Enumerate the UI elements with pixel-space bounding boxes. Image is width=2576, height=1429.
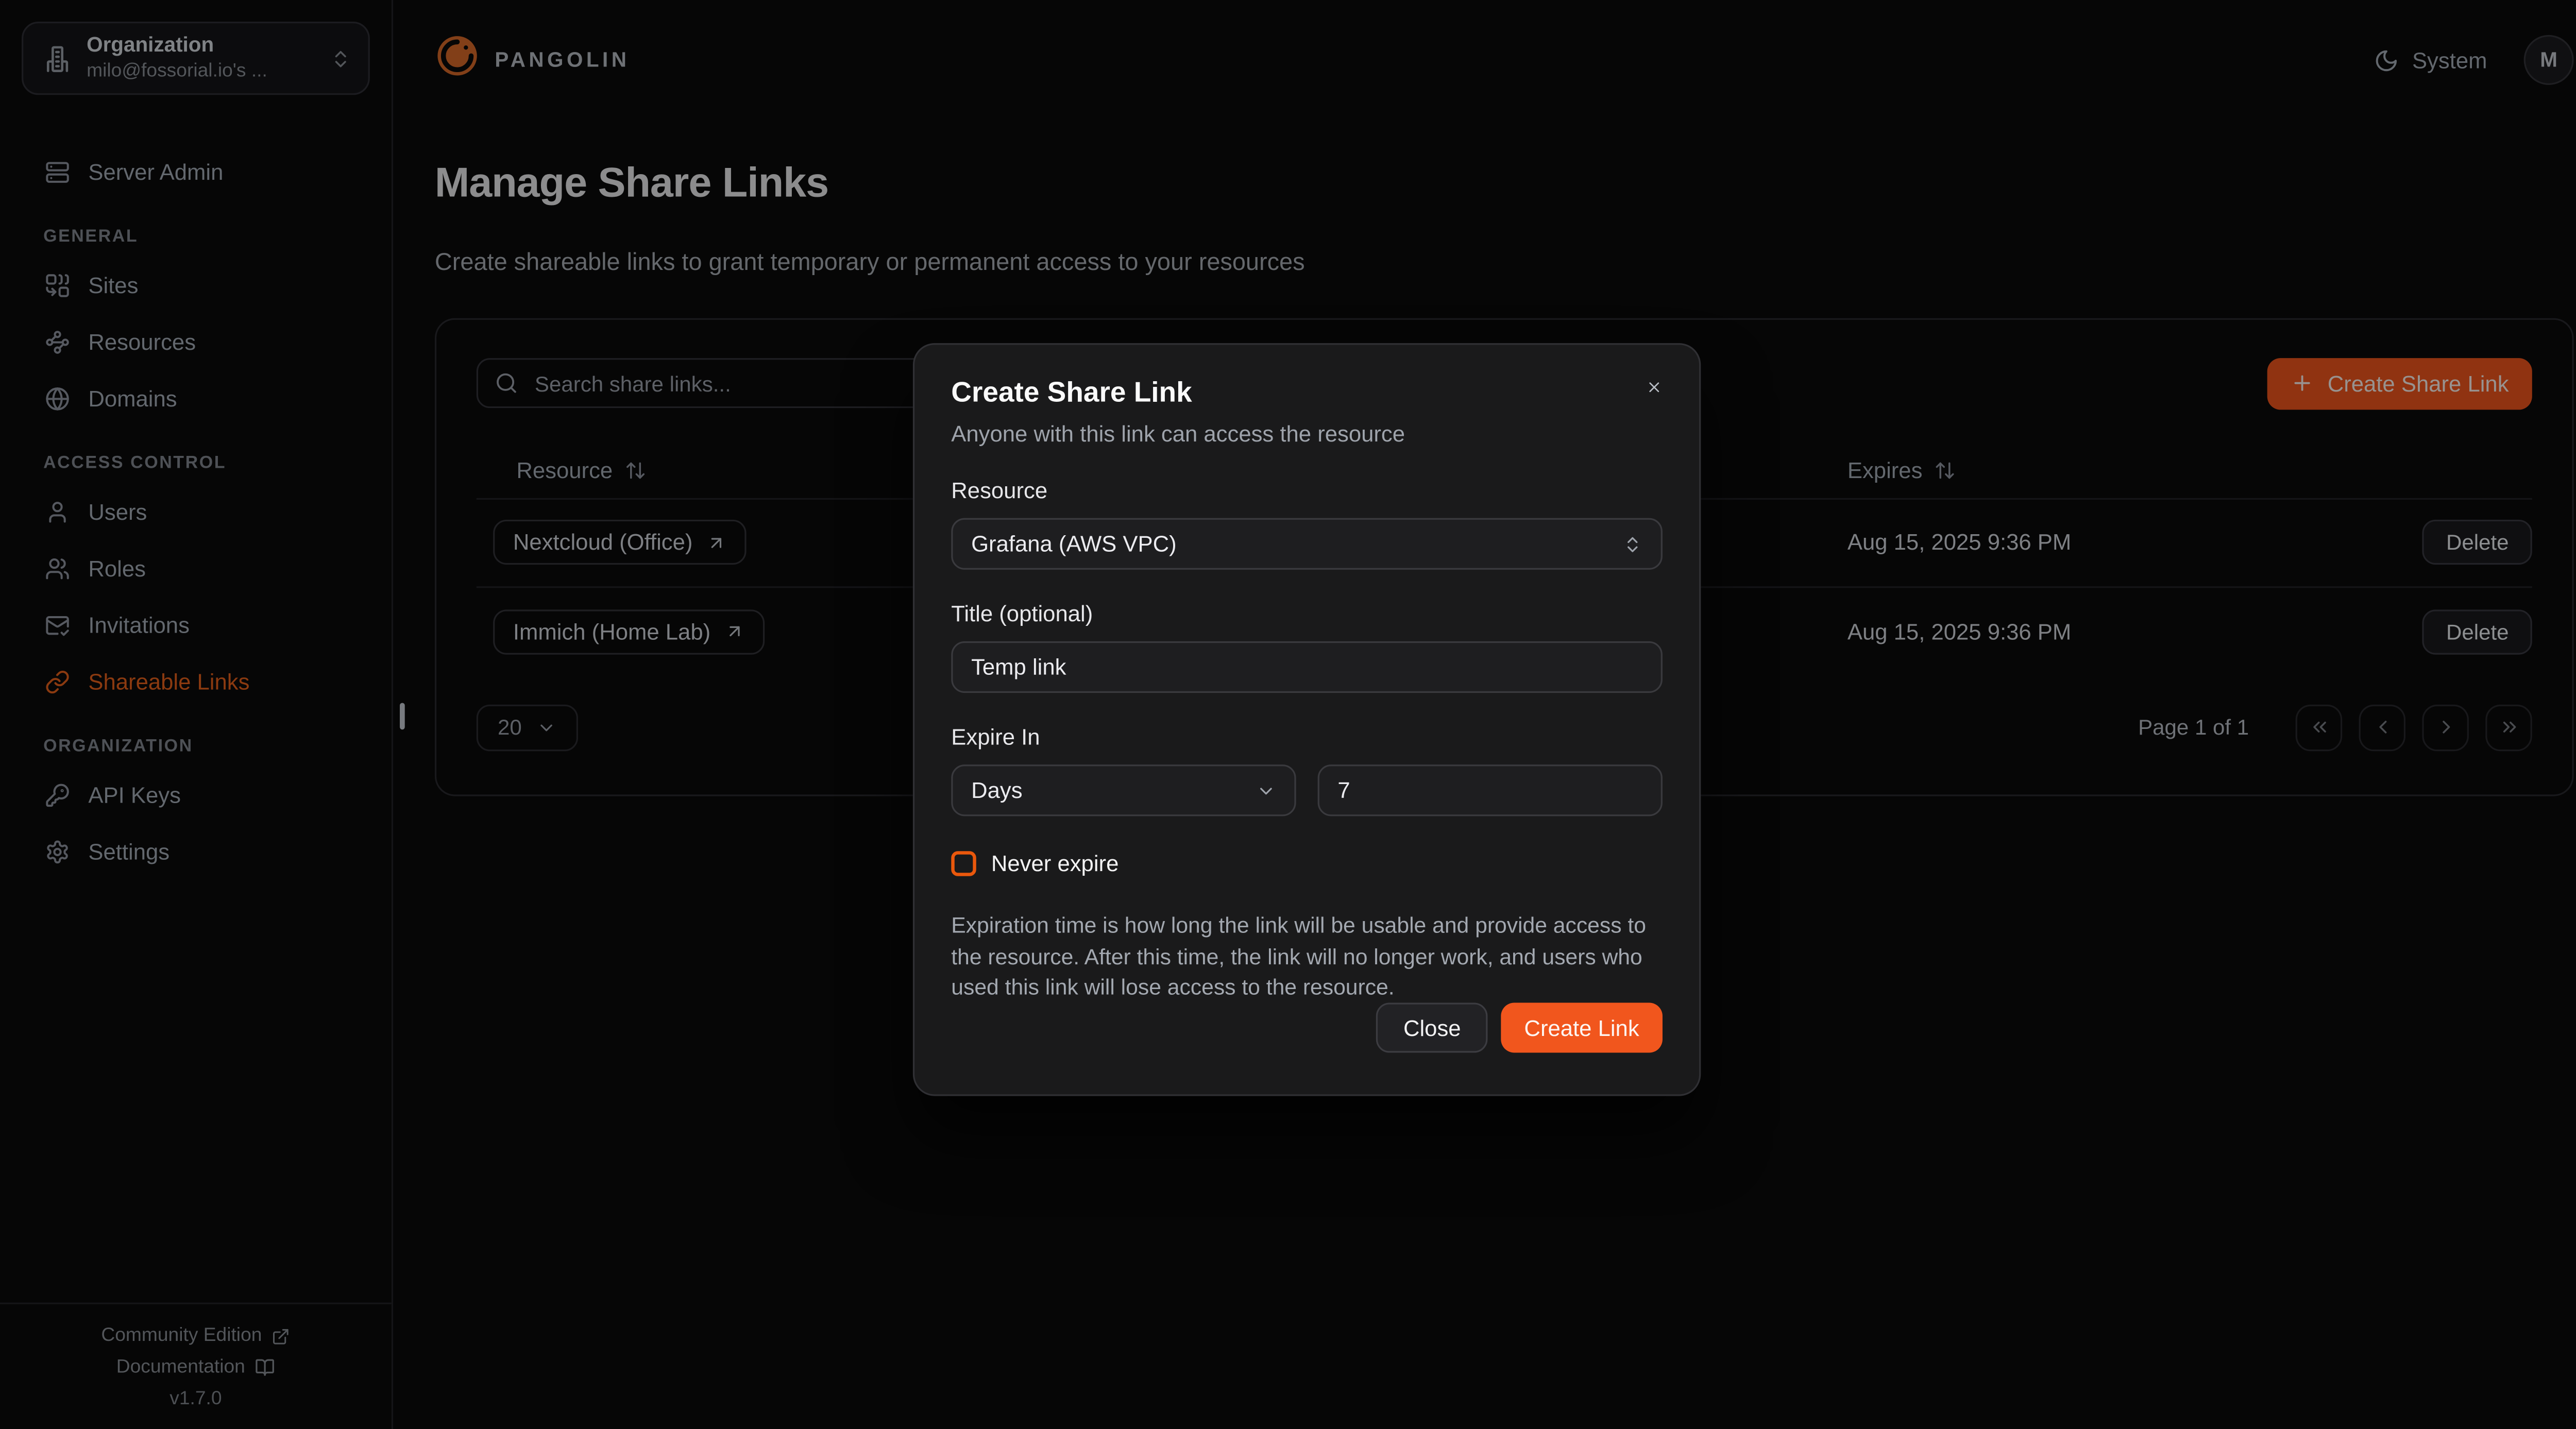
expiration-description: Expiration time is how long the link wil… (951, 911, 1663, 1005)
modal-create-link-button[interactable]: Create Link (1501, 1003, 1663, 1053)
expire-field-label: Expire In (951, 725, 1663, 750)
app-window: Organization milo@fossorial.io's ... Ser… (0, 0, 2576, 1429)
close-icon[interactable] (1636, 368, 1672, 405)
modal-subtitle: Anyone with this link can access the res… (951, 421, 1663, 447)
title-field-label: Title (optional) (951, 601, 1663, 626)
title-input[interactable] (971, 655, 1642, 680)
expire-count-wrap (1318, 764, 1663, 816)
never-expire-label: Never expire (991, 851, 1118, 876)
expire-count-input[interactable] (1337, 778, 1642, 803)
expire-unit-select[interactable]: Days (951, 764, 1296, 816)
title-input-wrap (951, 641, 1663, 693)
chevron-down-icon (1256, 780, 1276, 801)
resource-field-label: Resource (951, 478, 1663, 503)
never-expire-checkbox[interactable] (951, 851, 976, 876)
chevrons-up-down-icon (1622, 534, 1642, 554)
modal-close-button[interactable]: Close (1377, 1003, 1487, 1053)
create-share-link-modal: Create Share Link Anyone with this link … (913, 343, 1701, 1096)
expire-unit-value: Days (971, 778, 1022, 803)
resource-select[interactable]: Grafana (AWS VPC) (951, 518, 1663, 570)
resource-select-value: Grafana (AWS VPC) (971, 531, 1177, 556)
modal-title: Create Share Link (951, 377, 1663, 410)
